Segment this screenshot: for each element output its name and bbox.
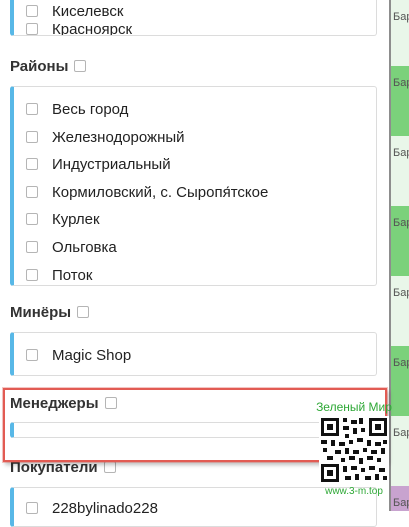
list-item[interactable]: Железнодорожный (14, 127, 185, 147)
section-title-managers: Менеджеры (10, 393, 117, 413)
checkbox[interactable] (26, 23, 38, 35)
list-item[interactable]: Ольговка (14, 237, 117, 257)
section-label: Покупатели (10, 458, 98, 476)
section-title-districts: Районы (10, 56, 87, 76)
checkbox[interactable] (26, 213, 38, 225)
watermark-title: Зеленый Мир (316, 400, 392, 414)
checkbox[interactable] (26, 158, 38, 170)
select-all-checkbox[interactable] (77, 306, 90, 318)
districts-list: Весь город Железнодорожный Индустриальны… (10, 86, 377, 286)
item-label: 228bylinado228 (52, 499, 158, 517)
list-item[interactable]: Индустриальный (14, 154, 171, 174)
item-label: Кормиловский, с. Сыропя́тское (52, 183, 269, 201)
item-label: Весь город (52, 100, 129, 118)
checkbox[interactable] (26, 241, 38, 253)
item-label: Красноярск (52, 20, 133, 36)
item-label: Курлек (52, 210, 100, 228)
checkbox[interactable] (26, 349, 38, 361)
item-label: Ольговка (52, 238, 117, 256)
item-label: Киселевск (52, 2, 124, 20)
list-item[interactable]: Magic Shop (14, 345, 131, 365)
watermark: Зеленый Мир www.3-m.top (314, 398, 394, 502)
item-label: Поток (52, 266, 93, 284)
checkbox[interactable] (26, 5, 38, 17)
select-all-checkbox[interactable] (104, 397, 117, 409)
checkbox[interactable] (26, 269, 38, 281)
cities-list: Киселевск Красноярск (10, 0, 377, 36)
watermark-url: www.3-m.top (325, 486, 383, 497)
select-all-checkbox[interactable] (74, 60, 87, 72)
item-label: Железнодорожный (52, 128, 185, 146)
strip-row: Бар (391, 206, 409, 276)
strip-row: Бар (391, 66, 409, 136)
item-label: Magic Shop (52, 346, 132, 364)
strip-row: Бар (391, 276, 409, 346)
strip-row: Бар (391, 136, 409, 206)
list-item[interactable]: Курлек (14, 209, 100, 229)
list-item[interactable]: Киселевск (14, 1, 123, 21)
section-label: Менеджеры (10, 394, 99, 412)
section-title-miners: Минёры (10, 302, 90, 322)
list-item[interactable]: Красноярск (14, 19, 133, 36)
list-item[interactable]: Весь город (14, 99, 128, 119)
checkbox[interactable] (26, 103, 38, 115)
qr-code-icon (319, 416, 389, 484)
section-label: Минёры (10, 303, 72, 321)
item-label: Индустриальный (52, 155, 171, 173)
checkbox[interactable] (26, 502, 38, 514)
section-title-buyers: Покупатели (10, 457, 116, 477)
strip-row: Бар (391, 0, 409, 66)
section-label: Районы (10, 57, 69, 75)
miners-list: Magic Shop (10, 332, 377, 376)
select-all-checkbox[interactable] (103, 461, 116, 473)
list-item[interactable]: 228bylinado228 (14, 498, 158, 518)
list-item[interactable]: Кормиловский, с. Сыропя́тское (14, 182, 268, 202)
checkbox[interactable] (26, 186, 38, 198)
checkbox[interactable] (26, 131, 38, 143)
list-item[interactable]: Поток (14, 265, 92, 285)
